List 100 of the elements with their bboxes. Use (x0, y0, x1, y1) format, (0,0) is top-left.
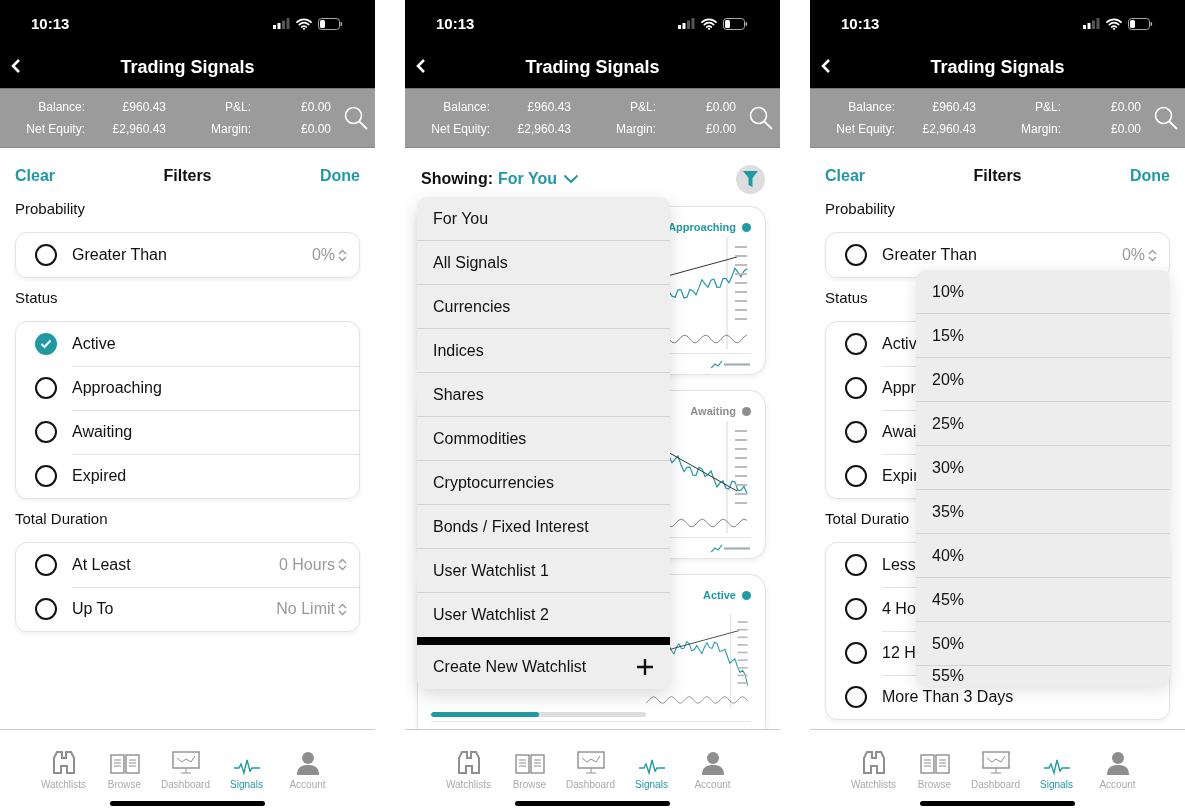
clear-button[interactable]: Clear (825, 167, 866, 185)
section-title: Total Duratio (825, 509, 910, 529)
menu-item[interactable]: For You (433, 209, 489, 228)
radio-button[interactable] (845, 598, 867, 620)
radio-button[interactable] (845, 554, 867, 576)
option-label: Awaiting (72, 422, 133, 441)
section-title: Total Duration (15, 509, 108, 529)
back-chevron-icon (11, 58, 21, 74)
account-label: Margin: (1020, 122, 1061, 136)
value-picker[interactable]: 0% (311, 246, 347, 264)
binoculars-icon (455, 749, 482, 775)
search-icon[interactable] (749, 106, 773, 130)
dropdown-option[interactable]: 50% (932, 634, 965, 653)
account-value: £960.43 (931, 100, 976, 114)
account-value: £0.00 (1109, 122, 1141, 136)
menu-item[interactable]: Shares (433, 385, 484, 404)
radio-button[interactable] (845, 333, 867, 355)
radio-button[interactable] (35, 598, 57, 620)
menu-item[interactable]: User Watchlist 1 (433, 561, 549, 580)
tab-item[interactable]: Account (682, 744, 743, 790)
option-label: Appr (882, 378, 916, 397)
tab-item[interactable]: Account (277, 744, 338, 790)
radio-button[interactable] (35, 421, 57, 443)
tab-item[interactable]: Dashboard (560, 744, 621, 790)
up-down-chevron-icon (338, 248, 347, 262)
option-label: Greater Than (72, 246, 167, 264)
tab-item[interactable]: Browse (499, 744, 560, 790)
tab-item[interactable]: Watchlists (438, 744, 499, 790)
up-down-chevron-icon (338, 558, 347, 571)
section-title: Probability (825, 199, 896, 219)
search-icon[interactable] (1154, 106, 1178, 130)
value-picker[interactable]: 0 Hours (278, 555, 347, 574)
radio-button[interactable] (845, 686, 867, 708)
option-label: Awai (882, 422, 917, 441)
battery-icon (1128, 17, 1153, 30)
monitor-icon (981, 751, 1010, 775)
tab-item[interactable]: Browse (94, 744, 155, 790)
search-icon[interactable] (344, 106, 368, 130)
tab-item[interactable]: Dashboard (965, 744, 1026, 790)
dropdown-option[interactable]: 15% (932, 326, 965, 345)
radio-button[interactable] (35, 333, 57, 355)
tab-item[interactable]: Browse (904, 744, 965, 790)
showing-dropdown[interactable]: For You (498, 170, 579, 188)
radio-button[interactable] (35, 554, 57, 576)
menu-item[interactable]: Bonds / Fixed Interest (433, 517, 589, 536)
section-title: Status (825, 288, 868, 308)
filter-button[interactable] (736, 164, 765, 194)
tab-item[interactable]: Watchlists (843, 744, 904, 790)
clear-button[interactable]: Clear (15, 167, 56, 185)
dropdown-option[interactable]: 35% (932, 502, 965, 521)
radio-button[interactable] (845, 642, 867, 664)
tab-item[interactable]: Signals (621, 744, 682, 790)
tab-item[interactable]: Signals (216, 744, 277, 790)
radio-button[interactable] (35, 377, 57, 399)
back-button[interactable] (416, 58, 426, 74)
radio-button[interactable] (845, 465, 867, 487)
menu-item[interactable]: User Watchlist 2 (433, 606, 549, 624)
dropdown-option[interactable]: 40% (932, 546, 965, 565)
wifi-icon (701, 17, 717, 30)
radio-button[interactable] (35, 244, 57, 266)
person-icon (1105, 751, 1130, 775)
menu-item[interactable]: Cryptocurrencies (433, 473, 554, 492)
account-label: Balance: (37, 100, 85, 114)
dropdown-option[interactable]: 55% (932, 667, 965, 685)
option-label: Greater Than (882, 246, 977, 264)
option-label: At Least (72, 555, 131, 574)
option-label: 4 Ho (882, 599, 916, 618)
back-button[interactable] (821, 58, 831, 74)
value-picker[interactable]: 0% (1121, 246, 1157, 264)
menu-item[interactable]: Currencies (433, 297, 511, 316)
account-label: Net Equity: (430, 122, 490, 136)
back-button[interactable] (11, 58, 21, 74)
menu-item[interactable]: All Signals (433, 253, 508, 272)
radio-button[interactable] (845, 377, 867, 399)
tab-item[interactable]: Account (1087, 744, 1148, 790)
done-button[interactable]: Done (1130, 167, 1170, 185)
dropdown-option[interactable]: 25% (932, 414, 965, 433)
value-picker[interactable]: No Limit (276, 600, 347, 618)
dropdown-option[interactable]: 20% (932, 370, 965, 389)
radio-button[interactable] (845, 244, 867, 266)
account-label: Margin: (615, 122, 656, 136)
dropdown-option[interactable]: 10% (932, 282, 965, 301)
menu-item[interactable]: Commodities (433, 429, 527, 448)
menu-item[interactable]: Indices (433, 341, 484, 360)
tab-item[interactable]: Dashboard (155, 744, 216, 790)
dropdown-option[interactable]: 45% (932, 590, 965, 609)
tab-item[interactable]: Watchlists (33, 744, 94, 790)
tab-item[interactable]: Signals (1026, 744, 1087, 790)
status-time: 10:13 (841, 15, 880, 32)
radio-button[interactable] (35, 465, 57, 487)
create-watchlist-button[interactable]: Create New Watchlist (417, 645, 670, 689)
chevron-down-icon (562, 174, 579, 184)
cellular-signal-icon (678, 18, 695, 29)
person-icon (295, 751, 320, 775)
option-label: Activ (882, 334, 917, 353)
back-chevron-icon (821, 58, 831, 74)
section-title: Status (15, 288, 58, 308)
done-button[interactable]: Done (320, 167, 360, 185)
dropdown-option[interactable]: 30% (932, 458, 965, 477)
radio-button[interactable] (845, 421, 867, 443)
